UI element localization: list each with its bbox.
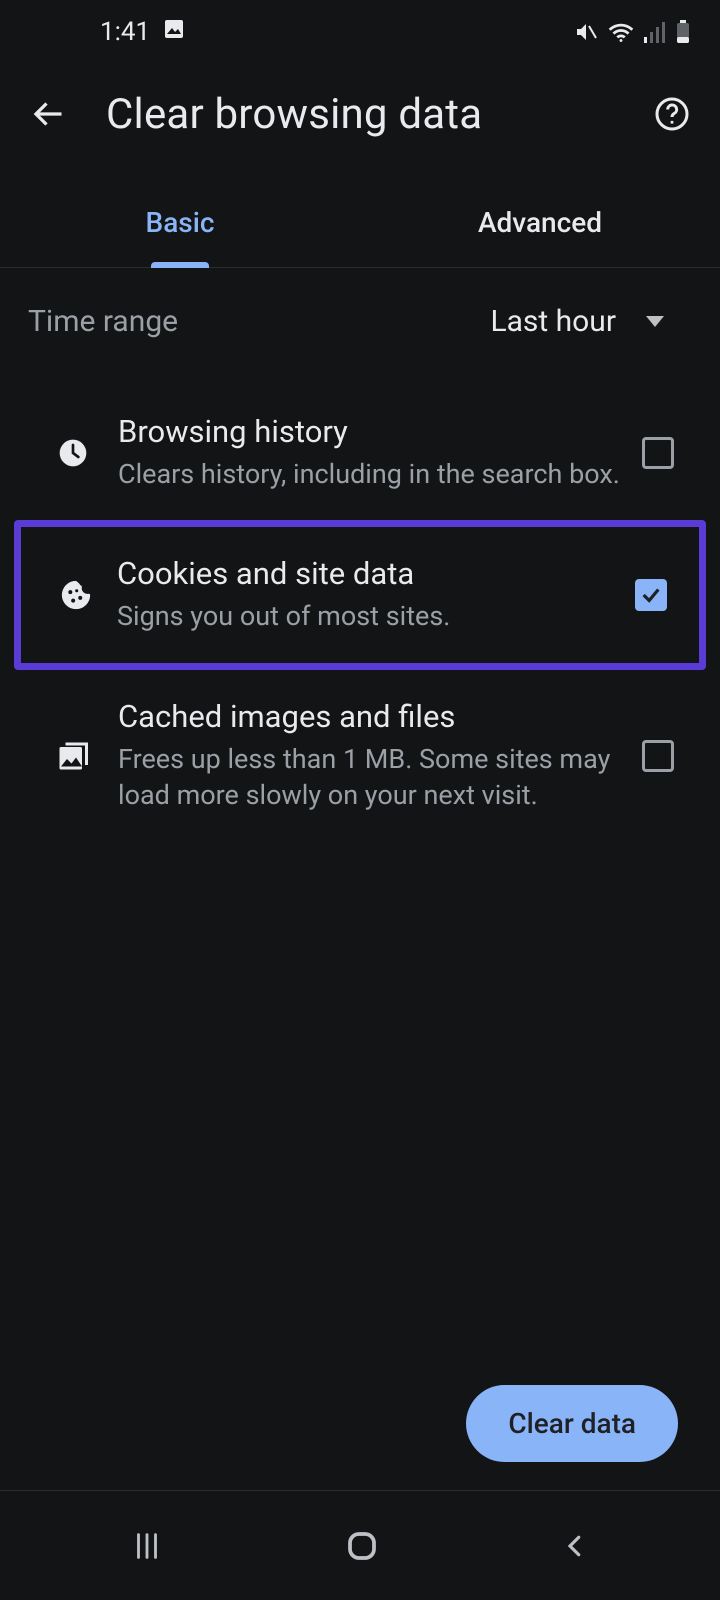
clear-data-label: Clear data [508,1407,636,1440]
time-range-row[interactable]: Time range Last hour [0,276,720,367]
system-back-button[interactable] [560,1531,590,1561]
item-cookies-site-data[interactable]: Cookies and site data Signs you out of m… [14,520,706,669]
back-button[interactable] [20,86,76,142]
item-browsing-history[interactable]: Browsing history Clears history, includi… [0,385,720,520]
cookie-icon [35,578,117,612]
system-nav-bar [0,1490,720,1600]
screenshot-indicator-icon [162,17,186,48]
item-title: Browsing history [118,413,622,450]
clear-data-button[interactable]: Clear data [466,1385,678,1462]
data-type-list: Browsing history Clears history, includi… [0,385,720,842]
home-button[interactable] [344,1528,380,1564]
battery-icon [676,20,690,44]
help-button[interactable] [644,86,700,142]
tabs: Basic Advanced [0,178,720,268]
checkbox-browsing-history[interactable] [642,437,674,469]
item-title: Cookies and site data [117,555,615,592]
wifi-icon [608,21,634,43]
help-circle-icon [654,96,690,132]
tab-advanced[interactable]: Advanced [360,178,720,267]
arrow-left-icon [30,96,66,132]
item-subtitle: Frees up less than 1 MB. Some sites may … [118,741,622,814]
item-title: Cached images and files [118,698,622,735]
checkbox-cookies-site-data[interactable] [635,579,667,611]
item-cached-images[interactable]: Cached images and files Frees up less th… [0,670,720,842]
tab-basic[interactable]: Basic [0,178,360,267]
item-subtitle: Signs you out of most sites. [117,598,615,634]
check-icon [640,584,662,606]
page-title: Clear browsing data [106,90,644,139]
images-icon [28,738,118,774]
item-subtitle: Clears history, including in the search … [118,456,622,492]
time-range-label: Time range [28,304,178,339]
time-range-value: Last hour [490,304,616,339]
status-time: 1:41 [100,17,150,47]
home-icon [344,1528,380,1564]
status-bar: 1:41 [0,0,720,64]
recents-icon [130,1529,164,1563]
checkbox-cached-images[interactable] [642,740,674,772]
caret-down-icon [646,316,664,327]
recents-button[interactable] [130,1529,164,1563]
mute-icon [574,20,598,44]
status-right [574,20,690,44]
signal-icon [644,21,666,43]
chevron-left-icon [560,1531,590,1561]
tab-basic-label: Basic [146,206,215,239]
app-bar: Clear browsing data [0,64,720,164]
time-range-value-wrap: Last hour [490,304,664,339]
status-left: 1:41 [100,17,186,48]
tab-advanced-label: Advanced [478,206,602,239]
history-icon [28,437,118,469]
